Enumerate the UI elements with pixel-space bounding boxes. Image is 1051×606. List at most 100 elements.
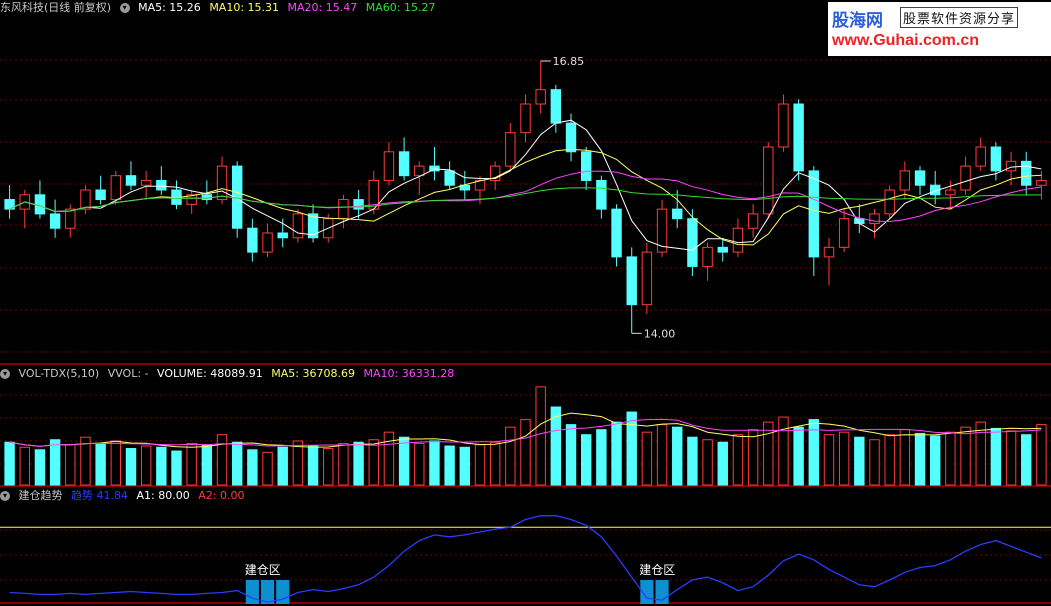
candle-body	[1036, 179, 1047, 186]
candle-body	[383, 151, 395, 181]
indicator-title: 建仓趋势	[18, 489, 63, 502]
candle-body	[823, 246, 835, 258]
volume-bar	[823, 434, 835, 486]
volume-bar	[899, 429, 911, 486]
volume-bar	[778, 416, 789, 486]
high-label: 16.85	[553, 55, 585, 68]
candle-body	[672, 208, 683, 220]
volume-dropdown-icon[interactable]: ▾	[0, 369, 10, 379]
volume-bar	[596, 429, 607, 486]
volume-title: VOL-TDX(5,10)	[18, 367, 100, 380]
volume-bar	[914, 432, 926, 486]
volume-bar	[140, 445, 152, 486]
candle-body	[505, 132, 516, 167]
volume-bar	[747, 429, 759, 486]
candle-body	[580, 151, 592, 181]
candle-body	[611, 208, 622, 258]
volume-bar	[854, 436, 865, 486]
volume-bar	[444, 445, 455, 486]
settings-dropdown-icon[interactable]: ▾	[119, 3, 130, 13]
guhai-watermark: 股海网 股票软件资源分享 www.Guhai.com.cn	[828, 2, 1051, 56]
candle-body	[110, 175, 122, 201]
volume-bar	[960, 426, 971, 486]
candle-body	[763, 146, 774, 215]
volume-bar	[717, 441, 728, 486]
candle-body	[262, 232, 273, 253]
volume-bar	[353, 441, 364, 486]
candle-body	[216, 165, 228, 201]
volume-bar	[95, 442, 106, 486]
volume-bar	[945, 431, 956, 486]
vvol-readout: VVOL: -	[107, 367, 149, 380]
volume-bar	[186, 442, 197, 486]
candle-body	[398, 151, 410, 177]
volume-bar	[535, 386, 546, 486]
candle-body	[353, 199, 364, 210]
candle-body	[247, 227, 258, 253]
candle-body	[626, 256, 637, 306]
volume-bar	[626, 411, 637, 486]
volume-bar	[838, 431, 850, 486]
candle-body	[140, 179, 152, 186]
volume-bar	[231, 441, 243, 486]
volume-bar	[49, 439, 61, 486]
price-header: 东风科技(日线 前复权) ▾ MA5: 15.26 MA10: 15.31 MA…	[0, 1, 440, 15]
volume-bar	[565, 424, 577, 486]
volume-bar	[672, 426, 683, 486]
volume-bar	[216, 434, 228, 486]
chart-canvas[interactable]: 16.85 14.00 建仓区 建仓区	[0, 0, 1051, 606]
volume-bar	[338, 442, 349, 486]
volume-bar	[383, 431, 395, 486]
stock-chart-window: 16.85 14.00 建仓区 建仓区 东风科技(日线 前复权) ▾ MA5: 15.…	[0, 0, 1051, 606]
candle-body	[884, 189, 895, 215]
candle-body	[34, 194, 46, 215]
volume-bar	[489, 441, 501, 486]
volume-bar	[19, 446, 30, 486]
volume-bar	[869, 439, 880, 486]
candle-body	[869, 213, 880, 224]
candle-body	[747, 213, 759, 229]
volume-bar	[125, 448, 137, 486]
accumulation-zone-label: 建仓区	[245, 563, 281, 577]
accumulation-zone-box	[245, 580, 259, 604]
volume-bar	[580, 434, 592, 486]
volume-bar	[505, 426, 516, 486]
ma60-readout: MA60: 15.27	[365, 1, 436, 14]
volume-bar	[65, 444, 76, 486]
candle-body	[641, 251, 653, 306]
candle-body	[808, 170, 820, 258]
candle-body	[596, 179, 607, 210]
candle-body	[717, 246, 728, 253]
watermark-url: www.Guhai.com.cn	[832, 32, 979, 49]
candle-body	[1021, 160, 1032, 186]
candle-body	[80, 189, 91, 210]
volume-bar	[171, 450, 182, 486]
candle-body	[338, 199, 349, 220]
vol-ma10-readout: MA10: 36331.28	[363, 367, 455, 380]
volume-bar	[763, 421, 774, 486]
volume-bar	[702, 439, 713, 486]
a1-readout: A1: 80.00	[136, 489, 190, 502]
trend-readout: 趋势 41.84	[71, 489, 128, 502]
candle-body	[838, 218, 850, 248]
candle-body	[277, 232, 288, 239]
volume-bar	[459, 446, 471, 486]
indicator-dropdown-icon[interactable]: ▾	[0, 491, 10, 501]
volume-bar	[990, 427, 1002, 486]
candle-body	[960, 165, 971, 191]
vol-ma5-readout: MA5: 36708.69	[271, 367, 355, 380]
candle-body	[65, 208, 76, 229]
candle-body	[945, 189, 956, 196]
volume-bar	[884, 434, 895, 486]
volume-bar	[929, 435, 941, 486]
candle-body	[201, 194, 213, 201]
volume-bar	[34, 449, 46, 486]
volume-bar	[520, 419, 531, 486]
low-label: 14.00	[644, 327, 676, 340]
a2-readout: A2: 0.00	[198, 489, 245, 502]
accumulation-zone-label: 建仓区	[639, 563, 675, 577]
volume-readout: VOLUME: 48089.91	[157, 367, 263, 380]
volume-bar	[292, 440, 304, 486]
watermark-tagline: 股票软件资源分享	[900, 7, 1019, 28]
candle-body	[914, 170, 926, 186]
